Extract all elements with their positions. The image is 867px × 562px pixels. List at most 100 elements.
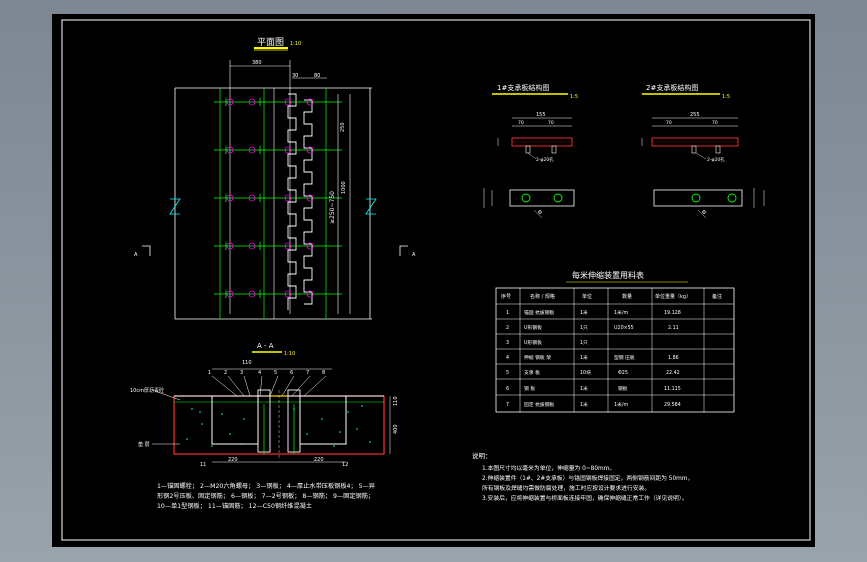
cell: 4 — [506, 355, 509, 361]
cell: Φ25 — [618, 370, 628, 376]
detail2-title: 2#支承板结构图 — [646, 83, 698, 92]
cell: 1 — [506, 310, 509, 316]
table-row: 4 伸缩 钢板 架 1米 型钢 压板 1.86 — [506, 354, 679, 361]
table-row: 6 钢 板 1米 钢板 11.115 — [506, 385, 681, 392]
plan-title: 平面图 — [257, 37, 284, 48]
section-mark-right: A — [412, 252, 416, 258]
cell: 型钢 压板 — [614, 354, 635, 361]
cell: 1米/m — [614, 309, 628, 316]
cell: U20×55 — [614, 325, 634, 331]
section-title: A - A — [257, 342, 274, 350]
notes-line-4: 3.安装后，应将伸缩装置与桥面板连接牢固，确保伸缩缝正常工作（详见说明）。 — [482, 494, 688, 502]
cell: 钢 板 — [524, 385, 535, 392]
detail1-dim: 155 — [536, 112, 546, 118]
legend-line-3: 10—单1型钢板； 11—锚固筋； 12—C50钢纤维混凝土 — [157, 502, 312, 510]
callout-12: 12 — [342, 462, 348, 468]
callout-4: 4 — [258, 370, 261, 376]
cell: 22.42 — [666, 370, 680, 376]
cell: 1米 — [580, 354, 588, 361]
legend-line-2: 形钢2号压板、固定钢筋； 6—钢板； 7—2号钢板； 8—钢筋； 9—固定钢筋； — [157, 492, 374, 500]
plan-scale: 1:10 — [290, 41, 301, 47]
table-row: 2 U形钢板 1只 U20×55 2.11 — [506, 324, 679, 331]
detail1-tag: Φ — [538, 210, 542, 216]
detail1-note: 2-φ20孔 — [536, 156, 554, 163]
notes: 说明： 1.本图尺寸均以毫米为单位，伸缩量为 0~80mm。 2.伸缩装置件（1… — [472, 451, 693, 502]
cell: 29.584 — [664, 402, 681, 408]
callout-7: 7 — [306, 370, 309, 376]
detail2-note: 2-φ20孔 — [707, 156, 725, 163]
cell: 伸缩 钢板 架 — [524, 354, 551, 361]
detail2-sub2: 70 — [712, 120, 718, 126]
cad-viewport[interactable]: 平面图 1:10 380 30 80 250 ≥250~750 1000 A A… — [52, 14, 815, 547]
cell: 1米 — [580, 401, 588, 408]
detail-1: 1#支承板结构图 1:5 155 70 70 2-φ20孔 Φ — [483, 83, 578, 219]
callout-11: 11 — [200, 462, 206, 468]
callout-8: 8 — [322, 370, 325, 376]
section-scale: 1:10 — [284, 351, 295, 357]
table-row: 7 固定 抗拔钢板 1米 1米/m 29.584 — [506, 401, 681, 408]
notes-line-2: 2.伸缩装置件（1#、2#支承板）与锚固钢板焊接固定，两侧钢筋间距为 50mm， — [482, 474, 693, 482]
section-dim-bl: 220 — [228, 457, 238, 463]
cell: 7 — [506, 402, 509, 408]
section-dim-top: 110 — [242, 360, 252, 366]
notes-line-3: 所有钢板及焊缝均需做防腐处理，施工时应按设计要求进行安装。 — [482, 484, 650, 492]
plan-dim-80: 80 — [314, 73, 320, 79]
cell: U形钢板 — [524, 324, 542, 331]
cell: U形钢板 — [524, 339, 542, 346]
material-table: 每米伸缩装置用料表 序号 名称 / 规格 单位 数量 单位重量（kg） 备注 1… — [495, 270, 735, 413]
section-dim-rt: 110 — [393, 396, 399, 406]
plan-dim-range: ≥250~750 — [329, 191, 336, 224]
detail1-sub1: 70 — [518, 120, 524, 126]
detail1-scale: 1:5 — [570, 94, 578, 100]
th-0: 序号 — [501, 293, 511, 300]
cell: 支承 板 — [524, 369, 540, 376]
detail1-title: 1#支承板结构图 — [497, 83, 549, 92]
cell: 1米 — [580, 385, 588, 392]
cell: 2.11 — [668, 325, 679, 331]
legend-line-1: 1—锚固螺栓； 2—M20六角螺母； 3—钢板； 4—厚止水带压板钢板4； 5—… — [157, 482, 375, 490]
cell: 1只 — [580, 340, 588, 346]
callout-2: 2 — [224, 370, 227, 376]
notes-title: 说明： — [472, 451, 492, 460]
th-4: 单位重量（kg） — [655, 293, 691, 300]
cell: 6 — [506, 386, 509, 392]
cell: 固定 抗拔钢板 — [524, 401, 555, 408]
cell: 1米 — [580, 309, 588, 316]
cell: 19.128 — [664, 310, 681, 316]
table-body: 1 锚固 抗拔钢板 1米 1米/m 19.128 2 U形钢板 1只 U20×5… — [506, 309, 681, 408]
cell: 10块 — [580, 369, 591, 376]
drawing-canvas: 平面图 1:10 380 30 80 250 ≥250~750 1000 A A… — [61, 19, 811, 541]
table-row: 5 支承 板 10块 Φ25 22.42 — [506, 369, 680, 376]
cell: 钢板 — [618, 385, 628, 392]
section-mark-left: A — [134, 252, 138, 258]
cell: 11.115 — [664, 386, 681, 392]
th-1: 名称 / 规格 — [530, 293, 555, 300]
cell: 3 — [506, 340, 509, 346]
plan-bolt-rows — [213, 98, 343, 299]
plan-dim-30: 30 — [292, 73, 298, 79]
cell: 1.86 — [668, 355, 679, 361]
cell: 1只 — [580, 325, 588, 331]
drawing-frame — [61, 19, 811, 541]
section-view: A - A 1:10 110 1 2 3 4 5 6 7 8 10cm厚沥青砼 … — [130, 342, 399, 468]
detail2-tag: Φ — [702, 210, 706, 216]
detail2-sub1: 70 — [666, 120, 672, 126]
section-left-label: 10cm厚沥青砼 — [130, 387, 164, 394]
section-dim-rb: 400 — [393, 424, 399, 434]
detail-2: 2#支承板结构图 1:5 255 70 70 2-φ20孔 Φ — [641, 83, 765, 219]
th-3: 数量 — [622, 293, 632, 300]
callout-3: 3 — [240, 370, 243, 376]
table-row: 1 锚固 抗拔钢板 1米 1米/m 19.128 — [506, 309, 681, 316]
callout-5: 5 — [274, 370, 277, 376]
table-row: 3 U形钢板 1只 — [506, 339, 588, 346]
detail2-scale: 1:5 — [722, 94, 730, 100]
detail2-dim: 255 — [690, 112, 700, 118]
th-2: 单位 — [582, 293, 592, 300]
cell: 1米/m — [614, 401, 628, 408]
plan-view: 平面图 1:10 380 30 80 250 ≥250~750 1000 A A — [134, 37, 416, 320]
callout-6: 6 — [290, 370, 293, 376]
callout-1: 1 — [208, 370, 211, 376]
section-dim-br: 220 — [314, 457, 324, 463]
section-left-label2: 垫 层 — [138, 441, 150, 448]
plan-dim-1000: 1000 — [341, 181, 347, 194]
